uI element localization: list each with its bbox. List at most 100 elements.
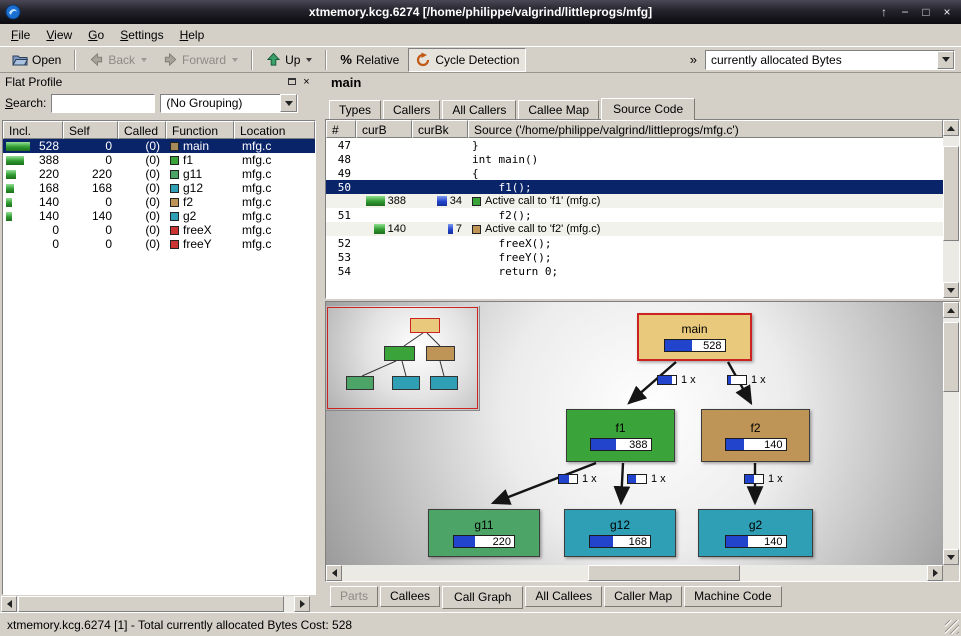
source-line[interactable]: 54 return 0; [326, 264, 943, 278]
scroll-left-button[interactable] [326, 565, 342, 581]
column-self[interactable]: Self [63, 121, 118, 139]
column-curb[interactable]: curB [356, 120, 412, 138]
minimize-icon[interactable]: − [896, 4, 914, 21]
cycle-detection-button[interactable]: Cycle Detection [408, 48, 526, 72]
column-line-number[interactable]: # [326, 120, 356, 138]
shade-icon[interactable]: ↑ [875, 4, 893, 21]
scroll-down-button[interactable] [943, 282, 959, 298]
menu-file[interactable]: File [3, 25, 38, 45]
horizontal-scrollbar[interactable] [326, 565, 943, 581]
column-called[interactable]: Called [118, 121, 166, 139]
grouping-arrow-button[interactable] [280, 94, 297, 112]
tab-machine-code[interactable]: Machine Code [684, 586, 781, 607]
scroll-right-button[interactable] [294, 596, 310, 612]
forward-button[interactable]: Forward [156, 48, 245, 72]
tab-call-graph[interactable]: Call Graph [442, 586, 523, 609]
source-line[interactable]: 49 { [326, 166, 943, 180]
graph-node-g11[interactable]: g11 220 [428, 509, 540, 557]
scrollbar-track[interactable] [342, 565, 927, 581]
scrollbar-thumb[interactable] [18, 596, 284, 612]
graph-node-main[interactable]: main 528 [637, 313, 752, 361]
scroll-left-button[interactable] [1, 596, 17, 612]
table-row-g12[interactable]: 168 168 (0) g12 mfg.c [3, 181, 315, 195]
vertical-scrollbar[interactable] [943, 120, 959, 298]
maximize-icon[interactable]: □ [917, 4, 935, 21]
edge-label-main-f2[interactable]: 1 x [727, 374, 766, 386]
forward-dropdown-icon[interactable] [232, 58, 238, 62]
toolbar-overflow-chevron[interactable]: » [684, 52, 703, 67]
source-line[interactable]: 51 f2(); [326, 208, 943, 222]
table-row-g11[interactable]: 220 220 (0) g11 mfg.c [3, 167, 315, 181]
source-line[interactable]: 47 } [326, 138, 943, 152]
graph-overview-map[interactable] [326, 306, 480, 411]
menu-help[interactable]: Help [172, 25, 213, 45]
scroll-up-button[interactable] [943, 302, 959, 318]
edge-label-f1-g11[interactable]: 1 x [558, 473, 597, 485]
scrollbar-thumb[interactable] [588, 565, 740, 581]
scrollbar-track[interactable] [17, 596, 294, 612]
close-icon[interactable]: × [938, 4, 956, 21]
horizontal-scrollbar[interactable] [1, 596, 310, 612]
source-line[interactable]: 48 int main() [326, 152, 943, 166]
graph-node-g2[interactable]: g2 140 [698, 509, 813, 557]
table-row-g2[interactable]: 140 140 (0) g2 mfg.c [3, 209, 315, 223]
tab-types[interactable]: Types [329, 100, 381, 119]
dock-close-icon[interactable]: × [299, 75, 314, 89]
resize-grip[interactable] [945, 620, 959, 634]
scrollbar-track[interactable] [943, 318, 959, 549]
tab-parts[interactable]: Parts [330, 586, 378, 607]
tab-caller-map[interactable]: Caller Map [604, 586, 682, 607]
table-row-f2[interactable]: 140 0 (0) f2 mfg.c [3, 195, 315, 209]
table-row-f1[interactable]: 388 0 (0) f1 mfg.c [3, 153, 315, 167]
source-call-row[interactable]: 140 7 Active call to 'f2' (mfg.c) [326, 222, 943, 236]
table-row-main[interactable]: 528 0 (0) main mfg.c [3, 139, 315, 153]
column-source[interactable]: Source ('/home/philippe/valgrind/littlep… [468, 120, 943, 138]
column-function[interactable]: Function [166, 121, 234, 139]
float-icon[interactable] [284, 75, 299, 89]
vertical-scrollbar[interactable] [943, 302, 959, 565]
event-type-combo[interactable]: currently allocated Bytes [705, 50, 955, 70]
scroll-right-button[interactable] [927, 565, 943, 581]
menu-view[interactable]: View [38, 25, 80, 45]
menu-settings[interactable]: Settings [112, 25, 171, 45]
open-button[interactable]: Open [5, 48, 68, 72]
combo-arrow-button[interactable] [937, 51, 954, 69]
tab-callers[interactable]: Callers [383, 100, 440, 119]
column-location[interactable]: Location [234, 121, 315, 139]
graph-node-f2[interactable]: f2 140 [701, 409, 810, 462]
titlebar[interactable]: xtmemory.kcg.6274 [/home/philippe/valgri… [0, 0, 961, 24]
minimap-viewport[interactable] [327, 307, 478, 409]
table-row-freeX[interactable]: 0 0 (0) freeX mfg.c [3, 223, 315, 237]
call-graph-canvas[interactable]: main 528 f1 388 f2 140 g11 220 g12 168 [326, 302, 943, 565]
tab-all-callees[interactable]: All Callees [525, 586, 602, 607]
tab-all-callers[interactable]: All Callers [442, 100, 516, 119]
tab-callees[interactable]: Callees [380, 586, 440, 607]
dock-header[interactable]: Flat Profile × [0, 73, 319, 90]
grouping-combo[interactable]: (No Grouping) [160, 94, 298, 113]
scrollbar-track[interactable] [943, 136, 959, 282]
scrollbar-thumb[interactable] [943, 146, 959, 241]
graph-node-g12[interactable]: g12 168 [564, 509, 676, 557]
back-dropdown-icon[interactable] [141, 58, 147, 62]
edge-label-f2-g2[interactable]: 1 x [744, 473, 783, 485]
table-row-freeY[interactable]: 0 0 (0) freeY mfg.c [3, 237, 315, 251]
scrollbar-thumb[interactable] [943, 322, 959, 392]
up-button[interactable]: Up [259, 48, 319, 72]
column-curbk[interactable]: curBk [412, 120, 468, 138]
column-incl[interactable]: Incl. [3, 121, 63, 139]
menu-go[interactable]: Go [80, 25, 112, 45]
scroll-up-button[interactable] [943, 120, 959, 136]
tab-source-code[interactable]: Source Code [601, 98, 695, 120]
edge-label-f1-g12[interactable]: 1 x [627, 473, 666, 485]
back-button[interactable]: Back [82, 48, 154, 72]
source-call-row[interactable]: 388 34 Active call to 'f1' (mfg.c) [326, 194, 943, 208]
source-line-selected[interactable]: 50 f1(); [326, 180, 943, 194]
graph-node-f1[interactable]: f1 388 [566, 409, 675, 462]
scroll-down-button[interactable] [943, 549, 959, 565]
source-line[interactable]: 52 freeX(); [326, 236, 943, 250]
source-line[interactable]: 53 freeY(); [326, 250, 943, 264]
edge-label-main-f1[interactable]: 1 x [657, 374, 696, 386]
tab-callee-map[interactable]: Callee Map [518, 100, 599, 119]
search-input[interactable] [51, 94, 155, 113]
up-dropdown-icon[interactable] [306, 58, 312, 62]
